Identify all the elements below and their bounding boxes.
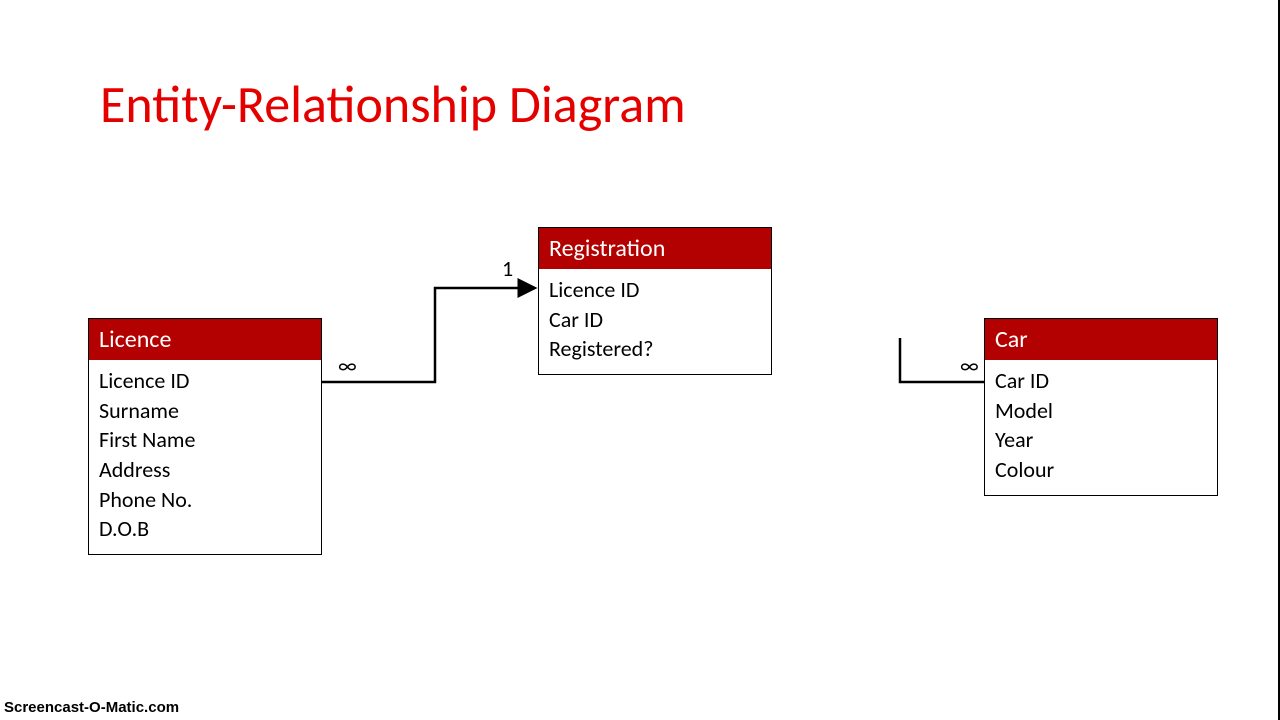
entity-licence-header: Licence (89, 319, 321, 360)
entity-car-body: Car ID Model Year Colour (985, 360, 1217, 495)
cardinality-registration: 1 (502, 255, 513, 282)
watermark: Screencast-O-Matic.com (4, 699, 179, 716)
entity-licence-attr: Licence ID (99, 366, 311, 396)
entity-licence-attr: Surname (99, 396, 311, 426)
entity-car-attr: Colour (995, 455, 1207, 485)
page-title: Entity-Relationship Diagram (100, 72, 686, 136)
entity-licence: Licence Licence ID Surname First Name Ad… (88, 318, 322, 555)
entity-registration-header: Registration (539, 228, 771, 269)
entity-registration-attr: Car ID (549, 305, 761, 335)
entity-licence-attr: First Name (99, 425, 311, 455)
entity-registration-body: Licence ID Car ID Registered? (539, 269, 771, 374)
entity-licence-body: Licence ID Surname First Name Address Ph… (89, 360, 321, 554)
entity-registration: Registration Licence ID Car ID Registere… (538, 227, 772, 375)
entity-car-attr: Year (995, 425, 1207, 455)
entity-car: Car Car ID Model Year Colour (984, 318, 1218, 496)
entity-registration-attr: Registered? (549, 334, 761, 364)
entity-car-attr: Model (995, 396, 1207, 426)
entity-car-attr: Car ID (995, 366, 1207, 396)
entity-licence-attr: D.O.B (99, 514, 311, 544)
entity-registration-attr: Licence ID (549, 275, 761, 305)
cardinality-car: ∞ (960, 352, 979, 379)
entity-licence-attr: Phone No. (99, 485, 311, 515)
cardinality-licence: ∞ (338, 352, 357, 379)
entity-car-header: Car (985, 319, 1217, 360)
entity-licence-attr: Address (99, 455, 311, 485)
